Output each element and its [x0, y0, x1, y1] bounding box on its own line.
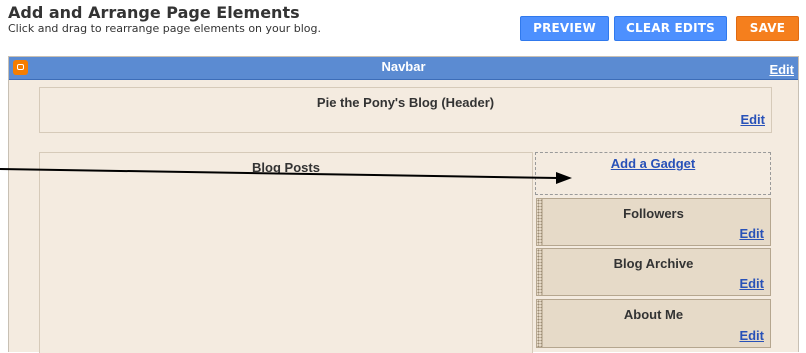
gadget-title: About Me [623, 307, 684, 322]
gadget-blog-archive[interactable]: Blog Archive Edit [536, 248, 771, 296]
add-gadget-area[interactable]: Add a Gadget [535, 152, 771, 195]
preview-button[interactable]: PREVIEW [520, 16, 609, 41]
gadget-title: Followers [623, 206, 684, 221]
gadget-edit-link[interactable]: Edit [739, 276, 764, 291]
header-widget-title: Pie the Pony's Blog (Header) [316, 95, 495, 110]
gadget-edit-link[interactable]: Edit [739, 226, 764, 241]
layout-editor: Navbar Edit Pie the Pony's Blog (Header)… [8, 56, 799, 353]
blog-posts-section: Blog Posts [39, 152, 533, 353]
page-subtitle: Click and drag to rearrange page element… [8, 22, 321, 35]
add-gadget-link[interactable]: Add a Gadget [536, 156, 770, 171]
gadget-title: Blog Archive [613, 256, 694, 271]
page-title: Add and Arrange Page Elements [8, 3, 300, 22]
header-edit-link[interactable]: Edit [740, 112, 765, 127]
navbar-title: Navbar [381, 59, 426, 74]
gadget-edit-link[interactable]: Edit [739, 328, 764, 343]
blog-posts-title: Blog Posts [252, 160, 320, 175]
save-button[interactable]: SAVE [736, 16, 799, 41]
gadget-followers[interactable]: Followers Edit [536, 198, 771, 246]
navbar-section: Navbar Edit [9, 57, 798, 80]
navbar-edit-link[interactable]: Edit [769, 62, 794, 77]
clear-edits-button[interactable]: CLEAR EDITS [614, 16, 727, 41]
page-heading: Add and Arrange Page Elements Click and … [8, 3, 321, 36]
header-section: Pie the Pony's Blog (Header) Edit [39, 87, 772, 133]
gadget-about-me[interactable]: About Me Edit [536, 299, 771, 348]
